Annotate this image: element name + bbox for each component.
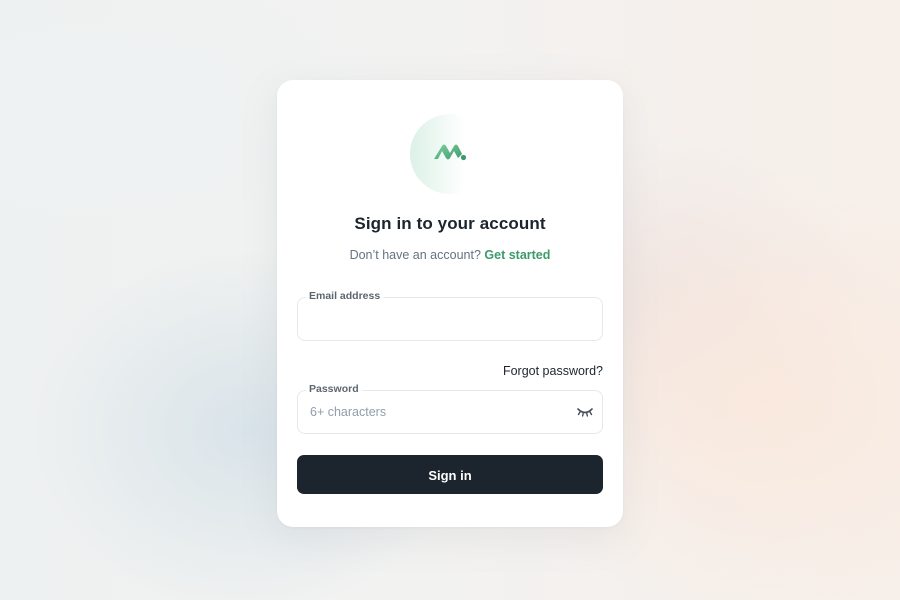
password-input[interactable] (298, 391, 558, 433)
page-title: Sign in to your account (354, 214, 546, 233)
password-field: Password (297, 383, 603, 434)
email-label: Email address (306, 290, 384, 302)
sign-in-button[interactable]: Sign in (297, 455, 603, 494)
get-started-link[interactable]: Get started (484, 248, 550, 262)
password-label: Password (306, 383, 362, 395)
email-input[interactable] (298, 298, 602, 340)
brand-logo-icon (434, 144, 467, 161)
sign-in-card: Sign in to your account Don’t have an ac… (277, 80, 623, 527)
signup-prompt-text: Don’t have an account? (349, 248, 481, 262)
email-field: Email address (297, 290, 603, 341)
brand-logo (410, 114, 490, 194)
forgot-password-link[interactable]: Forgot password? (503, 364, 603, 378)
eye-closed-icon[interactable] (576, 405, 594, 419)
signup-prompt: Don’t have an account? Get started (277, 248, 623, 262)
